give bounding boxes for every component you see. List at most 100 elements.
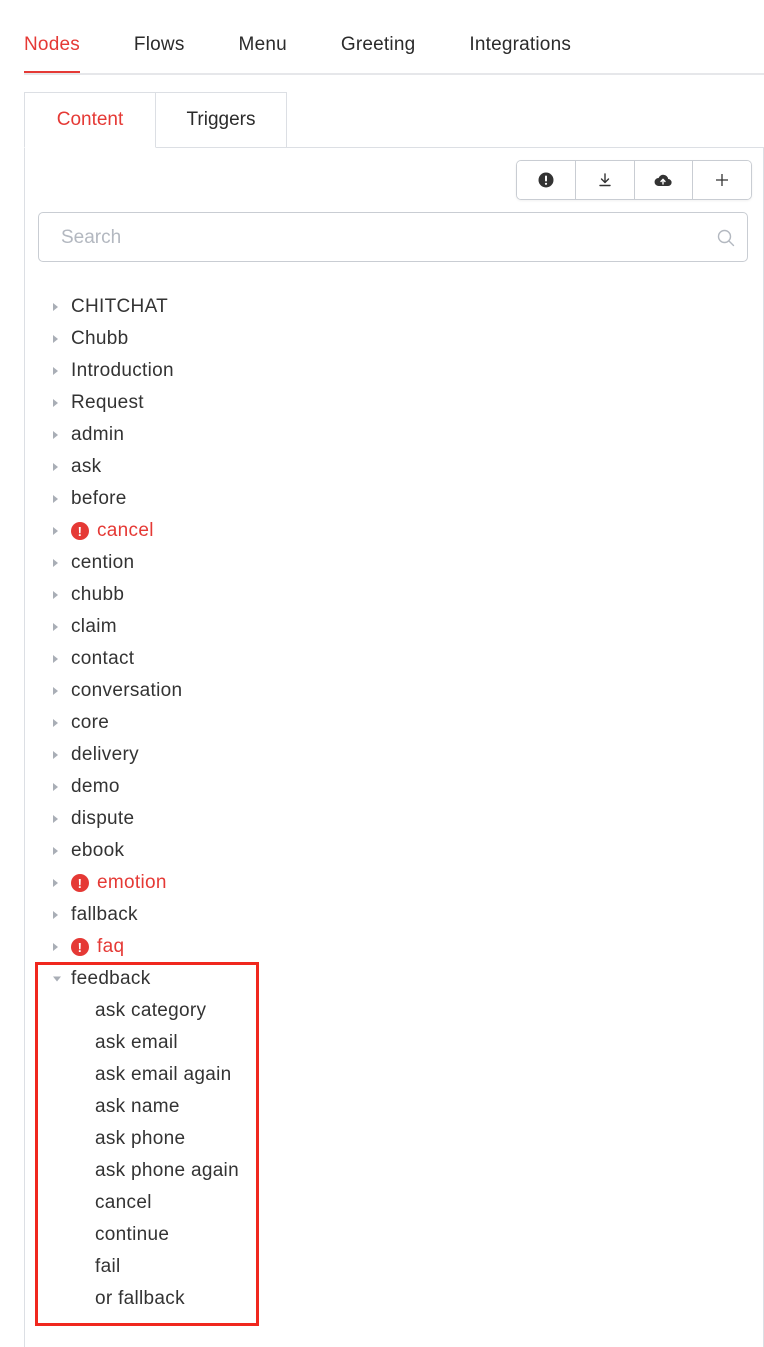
tree-node-expanded[interactable]: feedback xyxy=(40,963,740,995)
expand-toggle[interactable] xyxy=(40,590,71,600)
tab-triggers[interactable]: Triggers xyxy=(156,92,287,148)
tree-node[interactable]: ! emotion xyxy=(40,867,740,899)
tree-child-node[interactable]: ask email xyxy=(40,1027,740,1059)
expand-toggle[interactable] xyxy=(40,526,71,536)
tree-node-label: fallback xyxy=(71,904,138,925)
caret-right-icon xyxy=(53,303,58,311)
tree-node[interactable]: ask xyxy=(40,451,740,483)
tab-menu[interactable]: Menu xyxy=(239,18,287,71)
search-input[interactable] xyxy=(39,213,723,263)
tree-node[interactable]: Request xyxy=(40,387,740,419)
subtab-divider xyxy=(287,147,763,148)
tree-child-node[interactable]: continue xyxy=(40,1219,740,1251)
tree-node[interactable]: cention xyxy=(40,547,740,579)
tree-node-label: emotion xyxy=(97,872,167,893)
tree-node-label: Request xyxy=(71,392,144,413)
expand-toggle[interactable] xyxy=(40,334,71,344)
tree-node[interactable]: ! cancel xyxy=(40,515,740,547)
expand-toggle[interactable] xyxy=(40,558,71,568)
tree-node-label: delivery xyxy=(71,744,139,765)
tree-node[interactable]: contact xyxy=(40,643,740,675)
caret-right-icon xyxy=(53,463,58,471)
expand-toggle[interactable] xyxy=(40,846,71,856)
tree-node[interactable]: Introduction xyxy=(40,355,740,387)
tree-node-label: admin xyxy=(71,424,125,445)
tree-node-label: Introduction xyxy=(71,360,174,381)
caret-right-icon xyxy=(53,559,58,567)
tree-child-node[interactable]: ask phone xyxy=(40,1123,740,1155)
tab-content[interactable]: Content xyxy=(24,92,156,148)
tree-node-label: demo xyxy=(71,776,120,797)
node-tree: CHITCHAT Chubb Introduction Request admin ask… xyxy=(40,291,740,1315)
expand-toggle[interactable] xyxy=(40,750,71,760)
tree-node-label: claim xyxy=(71,616,117,637)
tree-node-label: before xyxy=(71,488,127,509)
add-node-button[interactable] xyxy=(693,161,751,199)
tree-node[interactable]: ebook xyxy=(40,835,740,867)
tree-node[interactable]: fallback xyxy=(40,899,740,931)
search-box xyxy=(38,212,748,263)
node-toolbar xyxy=(516,160,752,200)
tree-child-node[interactable]: ask category xyxy=(40,995,740,1027)
caret-right-icon xyxy=(53,879,58,887)
tree-node[interactable]: claim xyxy=(40,611,740,643)
expand-toggle[interactable] xyxy=(40,622,71,632)
tree-child-node[interactable]: ask email again xyxy=(40,1059,740,1091)
search-icon[interactable] xyxy=(717,229,735,247)
caret-right-icon xyxy=(53,815,58,823)
caret-right-icon xyxy=(53,367,58,375)
tree-node[interactable]: ! faq xyxy=(40,931,740,963)
caret-right-icon xyxy=(53,783,58,791)
expand-toggle[interactable] xyxy=(40,494,71,504)
expand-toggle[interactable] xyxy=(40,814,71,824)
validate-button[interactable] xyxy=(517,161,576,199)
download-button[interactable] xyxy=(575,161,635,199)
expand-toggle[interactable] xyxy=(40,686,71,696)
tree-node[interactable]: before xyxy=(40,483,740,515)
collapse-toggle[interactable] xyxy=(40,975,71,983)
tree-node-label: ebook xyxy=(71,840,125,861)
tree-node[interactable]: Chubb xyxy=(40,323,740,355)
tree-node[interactable]: dispute xyxy=(40,803,740,835)
tree-node-label: chubb xyxy=(71,584,125,605)
expand-toggle[interactable] xyxy=(40,718,71,728)
tree-child-node[interactable]: fail xyxy=(40,1251,740,1283)
expand-toggle[interactable] xyxy=(40,654,71,664)
tree-node[interactable]: core xyxy=(40,707,740,739)
caret-right-icon xyxy=(53,847,58,855)
expand-toggle[interactable] xyxy=(40,782,71,792)
error-icon: ! xyxy=(71,874,89,892)
upload-button[interactable] xyxy=(634,161,694,199)
tree-child-node[interactable]: ask phone again xyxy=(40,1155,740,1187)
expand-toggle[interactable] xyxy=(40,910,71,920)
tree-node[interactable]: conversation xyxy=(40,675,740,707)
tab-nodes[interactable]: Nodes xyxy=(24,18,80,73)
tree-node[interactable]: CHITCHAT xyxy=(40,291,740,323)
expand-toggle[interactable] xyxy=(40,366,71,376)
tree-node-label: feedback xyxy=(71,968,151,989)
tree-node[interactable]: delivery xyxy=(40,739,740,771)
cloud-upload-icon xyxy=(654,174,672,187)
expand-toggle[interactable] xyxy=(40,302,71,312)
plus-icon xyxy=(716,174,729,186)
tree-child-node[interactable]: ask name xyxy=(40,1091,740,1123)
caret-right-icon xyxy=(53,335,58,343)
tree-child-node[interactable]: cancel xyxy=(40,1187,740,1219)
expand-toggle[interactable] xyxy=(40,878,71,888)
tree-node-label: CHITCHAT xyxy=(71,296,169,317)
caret-right-icon xyxy=(53,655,58,663)
tab-integrations[interactable]: Integrations xyxy=(469,18,571,71)
tab-greeting[interactable]: Greeting xyxy=(341,18,415,71)
expand-toggle[interactable] xyxy=(40,430,71,440)
caret-right-icon xyxy=(53,687,58,695)
expand-toggle[interactable] xyxy=(40,398,71,408)
tree-node[interactable]: admin xyxy=(40,419,740,451)
expand-toggle[interactable] xyxy=(40,462,71,472)
tree-node[interactable]: demo xyxy=(40,771,740,803)
caret-right-icon xyxy=(53,911,58,919)
tree-node[interactable]: chubb xyxy=(40,579,740,611)
expand-toggle[interactable] xyxy=(40,942,71,952)
caret-right-icon xyxy=(53,943,58,951)
tab-flows[interactable]: Flows xyxy=(134,18,185,71)
tree-child-node[interactable]: or fallback xyxy=(40,1283,740,1315)
